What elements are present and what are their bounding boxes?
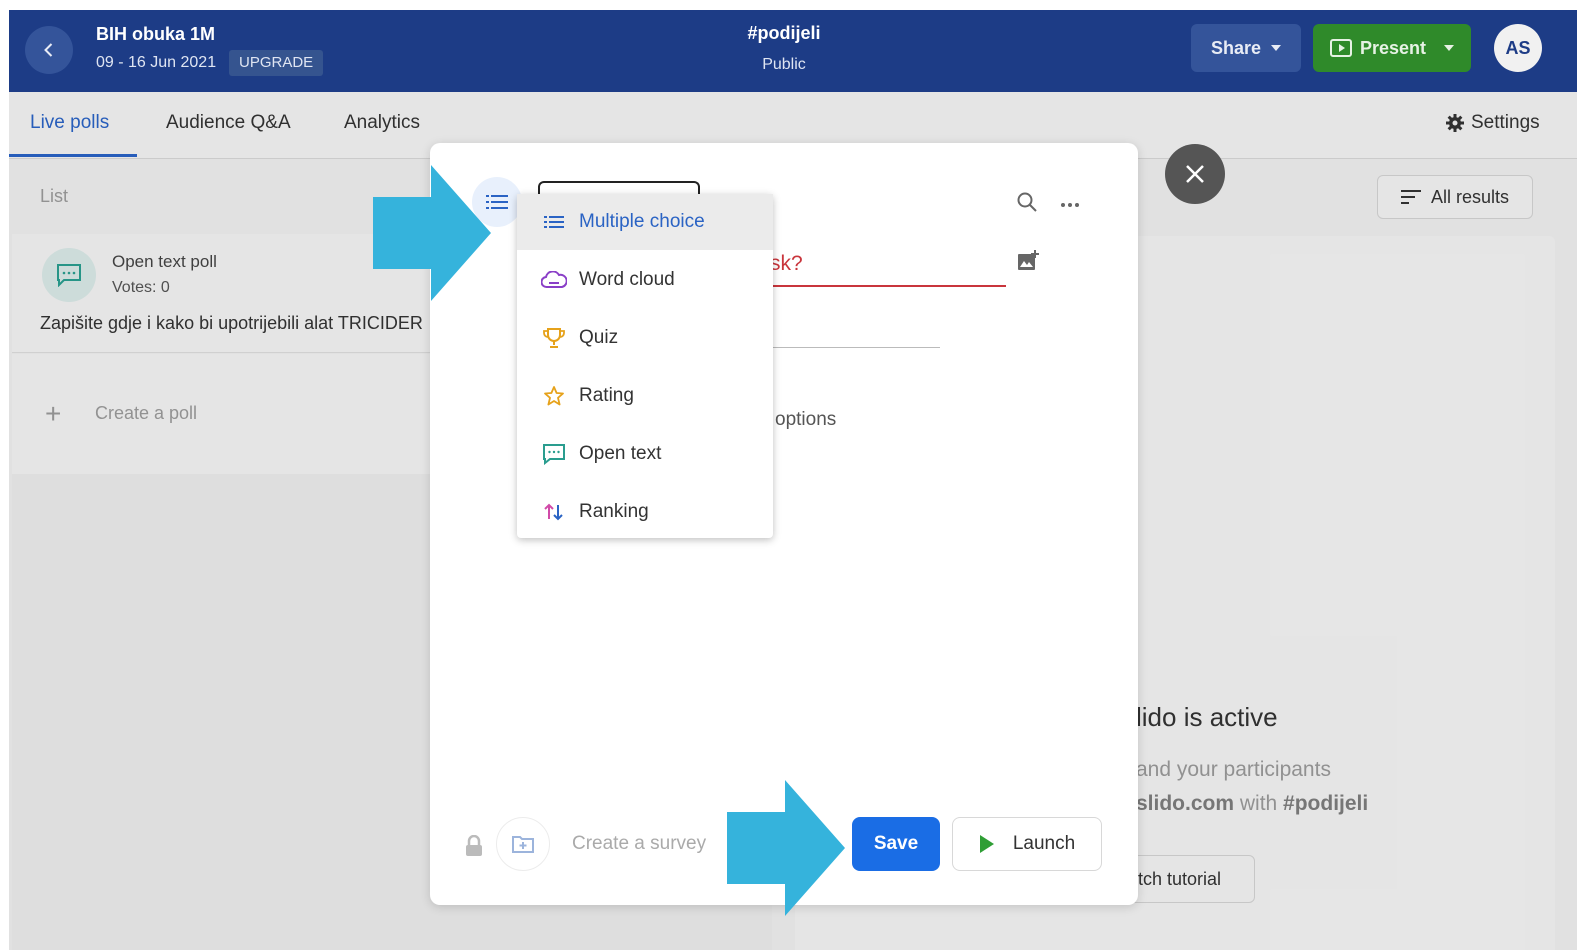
add-image-icon xyxy=(1018,250,1039,270)
close-modal-button[interactable] xyxy=(1165,144,1225,204)
ranking-arrows-icon xyxy=(541,499,567,525)
add-to-folder-button[interactable] xyxy=(496,817,550,871)
launch-button[interactable]: Launch xyxy=(952,817,1102,871)
create-survey-link[interactable]: Create a survey xyxy=(572,833,706,855)
poll-type-label: Rating xyxy=(579,385,634,406)
present-button[interactable]: Present xyxy=(1313,24,1471,72)
top-bar: BIH obuka 1M 09 - 16 Jun 2021 UPGRADE #p… xyxy=(9,10,1577,92)
present-label: Present xyxy=(1359,37,1427,58)
star-icon xyxy=(541,383,567,409)
poll-type-rating[interactable]: Rating xyxy=(517,368,773,424)
slido-app: BIH obuka 1M 09 - 16 Jun 2021 UPGRADE #p… xyxy=(9,10,1577,950)
launch-label: Launch xyxy=(1012,833,1076,854)
poll-type-ranking[interactable]: Ranking xyxy=(517,484,773,540)
share-label: Share xyxy=(1210,37,1262,58)
lock-button[interactable] xyxy=(465,834,483,862)
share-button[interactable]: Share xyxy=(1191,24,1301,72)
search-button[interactable] xyxy=(1016,191,1038,218)
search-icon xyxy=(1017,192,1037,212)
add-image-button[interactable] xyxy=(1016,249,1040,278)
pointer-arrow-icon xyxy=(373,165,491,301)
poll-type-open-text[interactable]: Open text xyxy=(517,426,773,482)
poll-type-label: Quiz xyxy=(579,327,619,348)
present-icon xyxy=(1329,39,1352,57)
options-label[interactable]: options xyxy=(775,409,836,431)
play-icon xyxy=(979,835,994,853)
poll-type-quiz[interactable]: Quiz xyxy=(517,310,773,366)
option-input-underline[interactable] xyxy=(770,347,940,348)
more-horizontal-icon xyxy=(1061,203,1079,207)
close-icon xyxy=(1186,165,1204,183)
list-icon xyxy=(541,209,567,235)
trophy-icon xyxy=(541,325,567,351)
poll-type-word-cloud[interactable]: Word cloud xyxy=(517,252,773,308)
question-input[interactable]: sk? xyxy=(770,249,1006,287)
lock-icon xyxy=(466,834,482,856)
chat-icon xyxy=(541,441,567,467)
poll-type-label: Open text xyxy=(579,443,662,464)
poll-type-multiple-choice[interactable]: Multiple choice xyxy=(517,194,773,250)
caret-down-icon xyxy=(1271,45,1282,51)
avatar[interactable]: AS xyxy=(1494,24,1542,72)
poll-type-label: Ranking xyxy=(579,501,649,522)
folder-plus-icon xyxy=(512,836,534,853)
more-options-button[interactable] xyxy=(1060,195,1080,213)
poll-type-label: Word cloud xyxy=(579,269,675,290)
pointer-arrow-icon xyxy=(727,780,845,916)
caret-down-icon xyxy=(1444,45,1455,51)
poll-type-dropdown: Multiple choice Word cloud Quiz Rating O… xyxy=(517,194,773,538)
poll-type-label: Multiple choice xyxy=(579,211,705,232)
cloud-icon xyxy=(541,267,567,293)
save-button[interactable]: Save xyxy=(852,817,940,871)
